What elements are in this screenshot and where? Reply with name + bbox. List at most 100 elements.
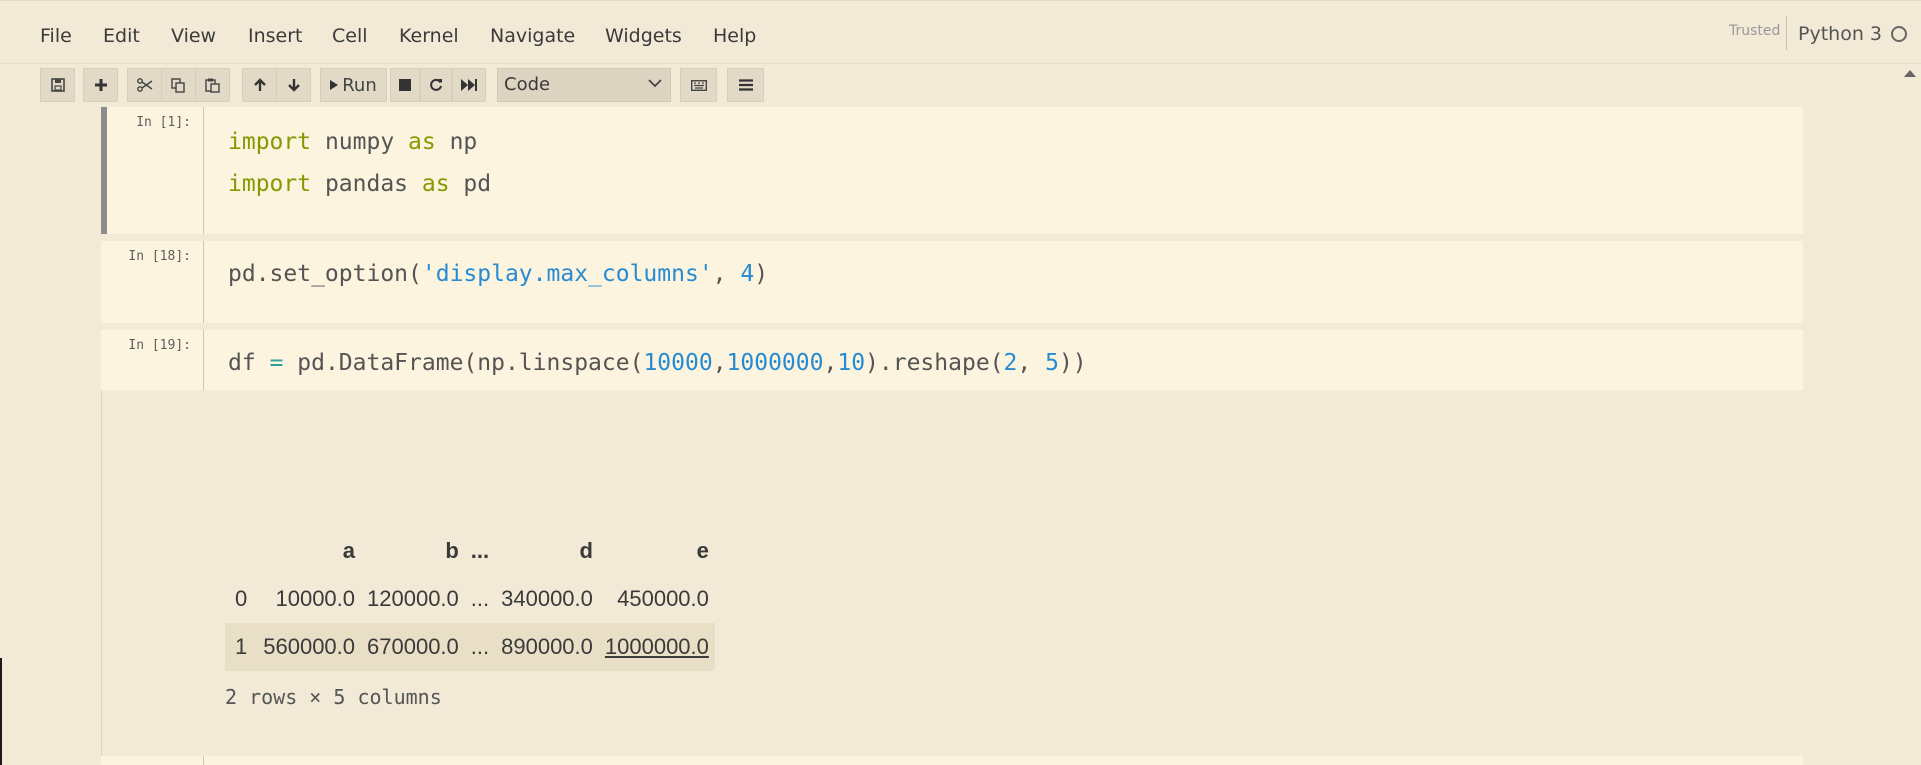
menu-file[interactable]: File xyxy=(40,25,72,47)
list-icon xyxy=(738,79,753,91)
next-code-cell[interactable] xyxy=(101,756,1803,765)
fast-forward-icon xyxy=(461,79,477,91)
code-token: , xyxy=(712,350,727,376)
table-header-index xyxy=(225,527,257,575)
code-token: 1000000 xyxy=(726,350,824,376)
menu-bar: File Edit View Insert Cell Kernel Naviga… xyxy=(0,0,1921,64)
code-input[interactable]: import numpy as np import pandas as pd xyxy=(203,107,1804,234)
table-cell: ... xyxy=(470,586,490,611)
code-token: 10000 xyxy=(643,350,713,376)
plus-icon xyxy=(94,79,107,91)
code-token: pandas xyxy=(311,171,422,197)
play-icon xyxy=(330,80,339,90)
code-cell-1[interactable]: In [1]: import numpy as np import pandas… xyxy=(101,107,1803,234)
table-cell: 890000.0 xyxy=(501,634,593,659)
menu-view[interactable]: View xyxy=(171,25,216,47)
code-token: = xyxy=(269,350,284,376)
output-edge xyxy=(101,390,102,756)
code-token: np xyxy=(435,129,478,155)
trusted-indicator[interactable]: Trusted xyxy=(1729,23,1780,39)
table-cell: 1000000.0 xyxy=(604,634,709,659)
toc-button[interactable] xyxy=(727,68,764,102)
table-cell: 560000.0 xyxy=(263,634,356,659)
menu-edit[interactable]: Edit xyxy=(103,25,140,47)
save-icon xyxy=(50,78,65,92)
scrollbar[interactable] xyxy=(1899,64,1921,765)
move-up-button[interactable] xyxy=(242,68,277,102)
code-token: ).reshape( xyxy=(865,350,1004,376)
kernel-separator xyxy=(1786,16,1787,50)
cell-type-value: Code xyxy=(504,74,551,95)
code-token: 'display.max_columns' xyxy=(421,261,713,287)
insert-cell-button[interactable] xyxy=(83,68,118,102)
code-token: , xyxy=(823,350,838,376)
table-header-ellipsis: ... xyxy=(470,538,490,563)
cut-button[interactable] xyxy=(127,68,162,102)
chevron-down-icon xyxy=(648,79,662,88)
copy-button[interactable] xyxy=(161,68,196,102)
paste-icon xyxy=(205,78,220,93)
menu-cell[interactable]: Cell xyxy=(332,25,368,47)
table-row-index: 0 xyxy=(235,586,248,611)
table-cell: 450000.0 xyxy=(617,586,709,611)
restart-button[interactable] xyxy=(420,68,452,102)
input-prompt: In [19]: xyxy=(128,338,191,353)
code-token: numpy xyxy=(311,129,409,155)
save-button[interactable] xyxy=(40,68,75,102)
menu-kernel[interactable]: Kernel xyxy=(399,25,459,47)
menu-widgets[interactable]: Widgets xyxy=(605,25,682,47)
code-token: 10 xyxy=(837,350,866,376)
input-prompt: In [18]: xyxy=(128,249,191,264)
code-line: df = pd.DataFrame(np.linspace(10000,1000… xyxy=(228,350,1087,376)
table-cell: 340000.0 xyxy=(501,586,593,611)
menu-help[interactable]: Help xyxy=(713,25,756,47)
restart-run-all-button[interactable] xyxy=(452,68,486,102)
dataframe-table: a b ... d e 0 10000.0 120000.0 ... 34000… xyxy=(225,527,715,671)
table-header-a: a xyxy=(342,538,356,563)
code-token: ) xyxy=(754,261,769,287)
code-token: as xyxy=(421,171,450,197)
input-prompt: In [1]: xyxy=(136,115,191,130)
stop-icon xyxy=(399,79,411,91)
cell-type-select[interactable]: Code xyxy=(497,68,671,102)
kernel-name[interactable]: Python 3 xyxy=(1798,23,1882,45)
code-token: 2 xyxy=(1003,350,1018,376)
code-token: )) xyxy=(1058,350,1087,376)
code-token: , xyxy=(1017,350,1046,376)
table-row: 1 560000.0 670000.0 ... 890000.0 1000000… xyxy=(225,623,715,671)
table-cell: 120000.0 xyxy=(367,586,459,611)
code-token: df xyxy=(228,350,270,376)
code-input[interactable]: pd.set_option('display.max_columns', 4) xyxy=(203,241,1804,323)
table-header-d: d xyxy=(579,538,593,563)
code-cell-2[interactable]: In [18]: pd.set_option('display.max_colu… xyxy=(101,241,1803,323)
code-token: as xyxy=(408,129,436,155)
table-cell: 10000.0 xyxy=(275,586,356,611)
arrow-up-icon xyxy=(253,78,266,91)
menu-insert[interactable]: Insert xyxy=(248,25,303,47)
keyboard-icon xyxy=(690,79,707,91)
menu-navigate[interactable]: Navigate xyxy=(490,25,575,47)
run-label: Run xyxy=(342,74,377,96)
restart-icon xyxy=(430,78,442,91)
copy-icon xyxy=(171,77,185,93)
code-line: pd.set_option('display.max_columns', 4) xyxy=(228,261,768,287)
code-token: 5 xyxy=(1045,350,1059,376)
code-token: pd.set_option( xyxy=(228,261,422,287)
arrow-down-icon xyxy=(287,79,300,92)
toolbar-divider xyxy=(0,63,1921,64)
code-token: pd.DataFrame(np.linspace( xyxy=(283,350,644,376)
command-palette-button[interactable] xyxy=(680,68,717,102)
table-header-row: a b ... d e xyxy=(225,527,715,575)
kernel-idle-icon xyxy=(1891,26,1907,42)
table-header-e: e xyxy=(696,538,709,563)
code-token: , xyxy=(712,261,741,287)
paste-button[interactable] xyxy=(195,68,230,102)
run-button[interactable]: Run xyxy=(320,68,387,102)
next-cell-divider xyxy=(203,756,204,765)
move-down-button[interactable] xyxy=(276,68,311,102)
interrupt-button[interactable] xyxy=(390,68,420,102)
code-token: pd xyxy=(449,171,492,197)
scroll-up-icon[interactable] xyxy=(1903,68,1917,78)
code-line: import pandas as pd xyxy=(228,171,491,197)
table-cell: 670000.0 xyxy=(367,634,459,659)
